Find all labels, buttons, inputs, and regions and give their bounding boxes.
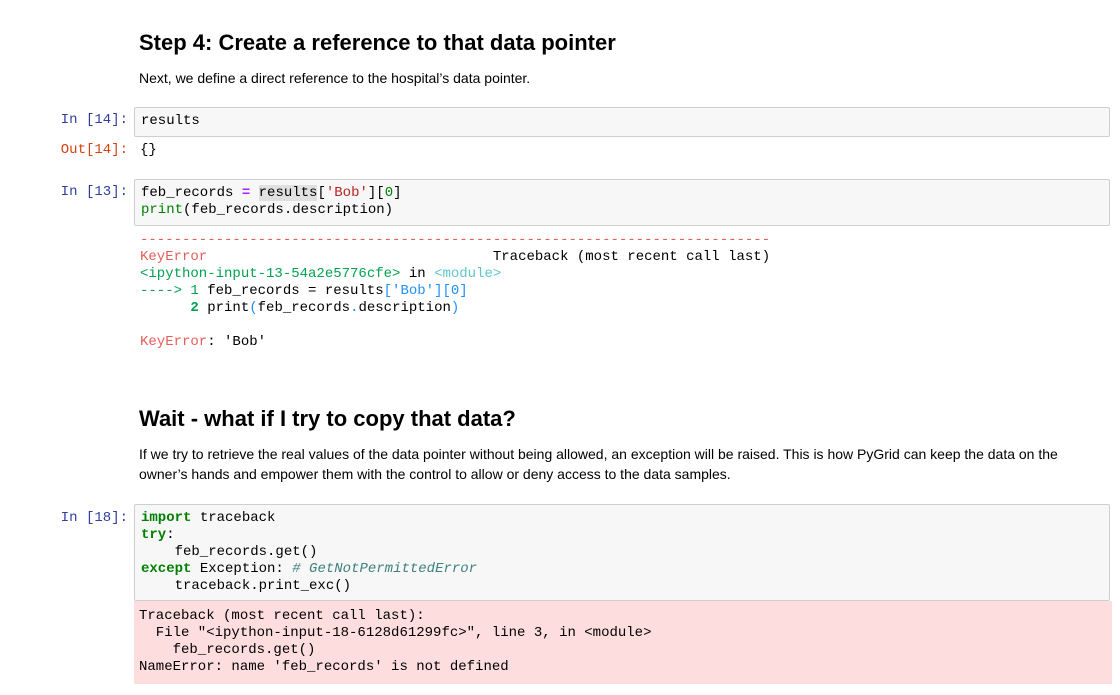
- input-prompt: In [13]:: [60, 184, 128, 200]
- code-token: traceback.print_exc(): [141, 578, 352, 594]
- markdown-desc-step4: Next, we define a direct reference to th…: [139, 68, 1079, 88]
- code-token: import: [141, 510, 192, 526]
- code-block: feb_records = results['Bob'][0] print(fe…: [135, 180, 1109, 224]
- traceback-arrow: ----> 1: [140, 283, 199, 299]
- code-token: =: [241, 185, 251, 201]
- code-token: (feb_records.description): [183, 202, 394, 218]
- code-line: results: [141, 113, 200, 129]
- traceback-line-number: 2: [140, 300, 199, 316]
- error-message: : 'Bob': [207, 334, 267, 350]
- code-token: traceback: [191, 510, 276, 526]
- traceback-header: Traceback (most recent call last): [207, 249, 771, 265]
- code-token: :: [166, 527, 175, 543]
- traceback-code: description: [358, 300, 451, 316]
- code-token: print: [141, 202, 184, 218]
- module-reference: <module>: [434, 266, 502, 282]
- section-heading: Step 4: Create a reference to that data …: [139, 30, 616, 55]
- traceback-code: ): [450, 300, 460, 316]
- traceback-code: print: [198, 300, 250, 316]
- markdown-desc-wait: If we try to retrieve the real values of…: [139, 444, 1079, 484]
- traceback-code: ][0]: [434, 283, 468, 299]
- code-token: 0: [384, 185, 394, 201]
- code-token: try: [141, 527, 167, 543]
- code-token: [: [317, 185, 326, 201]
- markdown-cell-step4: Step 4: Create a reference to that data …: [139, 30, 1079, 56]
- code-token: Exception:: [191, 561, 293, 577]
- code-token: ][: [367, 185, 385, 201]
- markdown-cell-wait: Wait - what if I try to copy that data?: [139, 406, 1079, 432]
- section-heading: Wait - what if I try to copy that data?: [139, 406, 516, 431]
- traceback-output: ----------------------------------------…: [140, 232, 770, 351]
- code-cell-14[interactable]: results: [134, 107, 1110, 137]
- traceback-code: (: [249, 300, 258, 316]
- output-text: {}: [140, 142, 157, 158]
- traceback-code: feb_records = results: [198, 283, 384, 299]
- input-prompt: In [18]:: [60, 510, 128, 526]
- code-cell-13[interactable]: feb_records = results['Bob'][0] print(fe…: [134, 179, 1110, 226]
- paragraph: Next, we define a direct reference to th…: [139, 70, 531, 86]
- code-comment: # GetNotPermittedError: [292, 561, 478, 577]
- code-block: import traceback try: feb_records.get() …: [135, 505, 1109, 600]
- traceback-text: in: [400, 266, 435, 282]
- code-token-highlighted: results: [258, 185, 318, 201]
- traceback-code: ['Bob': [383, 283, 435, 299]
- code-cell-18[interactable]: import traceback try: feb_records.get() …: [134, 504, 1110, 601]
- input-reference: <ipython-input-13-54a2e5776cfe>: [140, 266, 401, 282]
- error-name: KeyError: [140, 334, 208, 350]
- traceback-code: feb_records: [257, 300, 351, 316]
- stderr-output: Traceback (most recent call last): File …: [134, 601, 1112, 684]
- stderr-text: Traceback (most recent call last): File …: [139, 608, 652, 675]
- error-name: KeyError: [140, 249, 208, 265]
- code-token: feb_records.get(): [141, 544, 318, 560]
- code-token: feb_records: [141, 185, 242, 201]
- input-prompt: In [14]:: [60, 112, 128, 128]
- traceback-divider: ----------------------------------------…: [140, 232, 771, 248]
- code-token: except: [141, 561, 192, 577]
- code-token: ]: [393, 185, 402, 201]
- code-token: 'Bob': [325, 185, 368, 201]
- paragraph: If we try to retrieve the real values of…: [139, 446, 1058, 482]
- output-prompt: Out[14]:: [60, 142, 128, 158]
